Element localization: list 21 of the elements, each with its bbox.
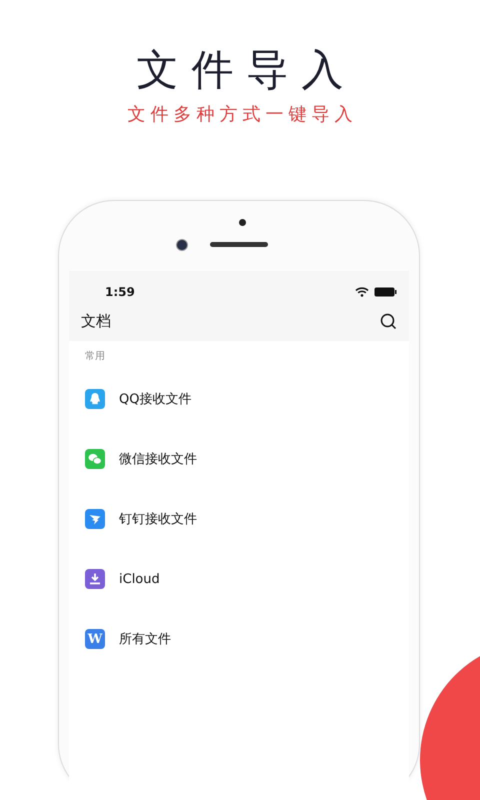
headline-subtitle: 文件多种方式一键导入 bbox=[128, 103, 358, 127]
nav-title: 文档 bbox=[81, 312, 112, 330]
paper-plane-icon bbox=[85, 509, 105, 529]
document-icon: W bbox=[85, 629, 105, 649]
wifi-icon bbox=[355, 287, 369, 297]
chat-bubbles-icon bbox=[85, 449, 105, 469]
camera-lens bbox=[176, 239, 188, 251]
file-source-item[interactable]: QQ接收文件 bbox=[119, 390, 192, 408]
file-source-item[interactable]: 所有文件 bbox=[119, 630, 171, 648]
section-label: 常用 bbox=[84, 350, 106, 364]
penguin-icon bbox=[85, 389, 105, 409]
speaker-slot bbox=[210, 242, 268, 247]
download-icon bbox=[85, 569, 105, 589]
file-source-item[interactable]: 钉钉接收文件 bbox=[119, 510, 197, 528]
sensor-dot bbox=[239, 219, 246, 226]
battery-icon bbox=[374, 287, 397, 297]
headline-title: 文件导入 bbox=[136, 46, 356, 94]
status-time: 1:59 bbox=[105, 285, 136, 299]
search-icon[interactable] bbox=[380, 312, 397, 330]
file-source-item[interactable]: 微信接收文件 bbox=[119, 450, 197, 468]
file-source-item[interactable]: iCloud bbox=[119, 572, 160, 586]
